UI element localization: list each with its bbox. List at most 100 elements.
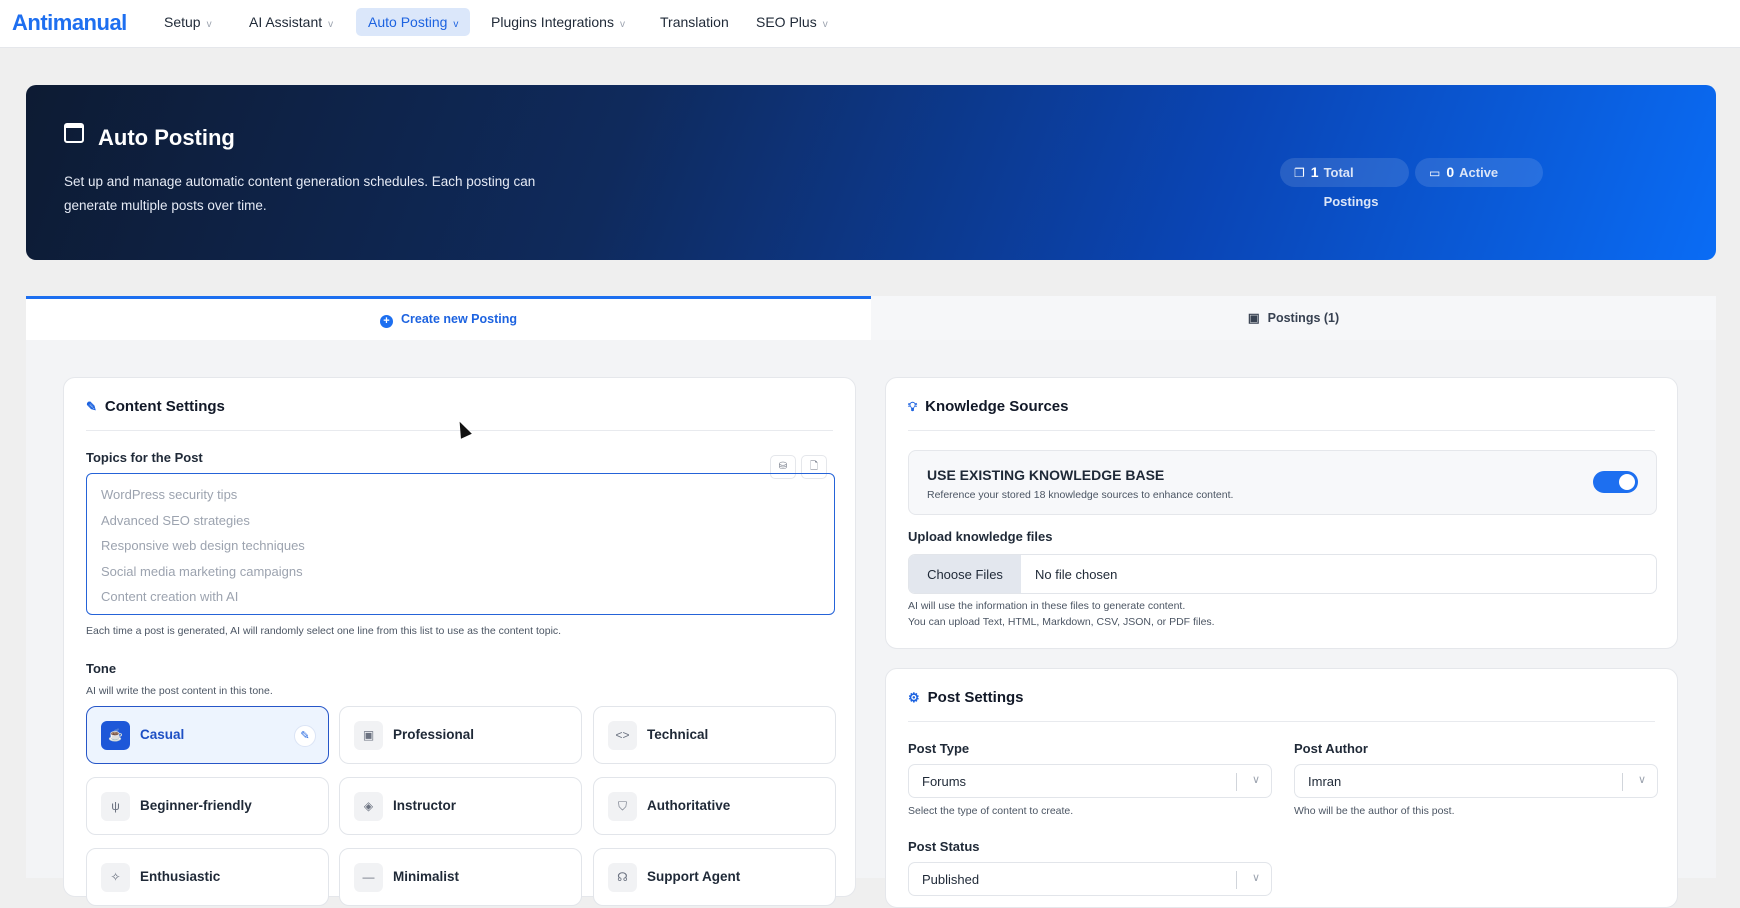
calendar-icon: ▭ [1429,166,1441,180]
separator [1622,773,1623,791]
tone-beginner-friendly[interactable]: ψ Beginner-friendly [86,777,329,835]
knowledge-sources-card: 💡︎ Knowledge Sources USE EXISTING KNOWLED… [885,377,1678,649]
sprout-icon: ψ [101,792,130,821]
content-settings-card: ✎ Content Settings Topics for the Post ⛁ … [63,377,856,906]
copy-icon: ▣ [1247,311,1260,325]
card-title: 💡︎ Knowledge Sources [908,398,1068,415]
upload-label: Upload knowledge files [908,529,1053,544]
select-value: Published [922,872,980,887]
nav-label: Plugins Integrations [491,14,614,30]
tone-professional[interactable]: ▣ Professional [339,706,582,764]
tone-label: Authoritative [647,798,731,813]
post-type-select[interactable]: Forums ∨ [908,764,1272,798]
tone-label: Beginner-friendly [140,798,252,813]
select-value: Imran [1308,774,1342,789]
nav-label: SEO Plus [756,14,817,30]
briefcase-icon: ▣ [354,721,383,750]
stat-label: Total Postings [1323,165,1379,209]
nav-plugins-integrations[interactable]: Plugins Integrations v [479,8,637,36]
tone-label: Enthusiastic [140,869,221,884]
chevron-down-icon: v [453,19,459,30]
kb-description: Reference your stored 18 knowledge sourc… [927,489,1234,501]
separator [1236,871,1237,889]
copy-icon: ❐ [1294,166,1305,180]
calendar-icon [64,123,84,143]
logo[interactable]: Antimanual [12,10,127,36]
plus-circle-icon: + [380,315,393,328]
nav-ai-assistant[interactable]: AI Assistant v [237,8,345,36]
tabs: + Create new Posting ▣ Postings (1) [26,296,1716,340]
chevron-down-icon: v [619,19,625,30]
post-type-help: Select the type of content to create. [908,805,1074,817]
tab-create-new-posting[interactable]: + Create new Posting [26,296,871,340]
tone-label: Casual [140,727,185,742]
card-title-text: Content Settings [104,398,225,415]
stat-active: ▭ 0 Active [1415,158,1543,187]
nav-translation[interactable]: Translation [648,8,741,36]
top-nav: Antimanual Setup v AI Assistant v Auto Pos… [0,0,1740,48]
tone-label: Support Agent [647,869,741,884]
chevron-down-icon: ∨ [1637,774,1646,786]
tone-support-agent[interactable]: ☊ Support Agent [593,848,836,906]
upload-help: AI will use the information in these fil… [908,600,1186,612]
nav-label: Translation [660,14,729,30]
nav-setup[interactable]: Setup v [152,8,224,36]
nav-label: AI Assistant [249,14,323,30]
hero-banner: Auto Posting Set up and manage automatic… [26,85,1716,260]
topics-label: Topics for the Post [86,450,203,465]
use-knowledge-base-toggle[interactable] [1593,471,1638,493]
post-settings-card: ⚙ Post Settings Post Type Forums ∨ Select … [885,668,1678,908]
tab-postings[interactable]: ▣ Postings (1) [871,296,1716,340]
placeholder-line: Content creation with AI [101,589,239,604]
edit-icon[interactable]: ✎ [294,725,316,747]
chevron-down-icon: v [328,19,334,30]
shield-icon: ⛉ [608,792,637,821]
stat-value: 0 [1446,164,1455,180]
divider [908,430,1655,431]
file-status: No file chosen [1035,567,1118,582]
stat-label: Active [1459,165,1499,180]
post-author-select[interactable]: Imran ∨ [1294,764,1658,798]
tab-label: Postings (1) [1267,311,1340,325]
tone-instructor[interactable]: ◈ Instructor [339,777,582,835]
post-status-label: Post Status [908,839,980,854]
nav-seo-plus[interactable]: SEO Plus v [744,8,840,36]
tone-label: Instructor [393,798,457,813]
tone-minimalist[interactable]: — Minimalist [339,848,582,906]
tone-label: Technical [647,727,709,742]
nav-auto-posting[interactable]: Auto Posting v [356,8,471,36]
coffee-icon: ☕ [101,721,130,750]
card-title-text: Post Settings [927,689,1024,706]
tone-casual[interactable]: ☕ Casual ✎ [86,706,329,764]
topics-textarea[interactable]: WordPress security tips Advanced SEO str… [86,473,835,615]
tone-enthusiastic[interactable]: ✧ Enthusiastic [86,848,329,906]
placeholder-line: Social media marketing campaigns [101,563,303,579]
lightbulb-icon: 💡︎ [908,399,918,414]
topics-help: Each time a post is generated, AI will r… [86,625,562,637]
post-status-select[interactable]: Published ∨ [908,862,1272,896]
code-icon: <> [608,721,637,750]
nav-label: Auto Posting [368,14,448,30]
tone-label: Minimalist [393,869,460,884]
card-title: ⚙ Post Settings [908,689,1024,706]
knowledge-base-option: USE EXISTING KNOWLEDGE BASE Reference yo… [908,450,1657,515]
placeholder-line: WordPress security tips [101,487,238,502]
page-title: Auto Posting [98,125,235,150]
stat-total-postings: ❐ 1 Total Postings [1280,158,1409,209]
pen-icon: ✎ [86,399,97,414]
tone-technical[interactable]: <> Technical [593,706,836,764]
tone-help: AI will write the post content in this t… [86,685,273,697]
divider [908,721,1655,722]
upload-formats-help: You can upload Text, HTML, Markdown, CSV… [908,616,1215,628]
nav-label: Setup [164,14,201,30]
page-description: Set up and manage automatic content gene… [64,174,536,213]
choose-files-button[interactable]: Choose Files [909,555,1021,593]
tone-authoritative[interactable]: ⛉ Authoritative [593,777,836,835]
tone-label: Tone [86,661,117,676]
card-title: ✎ Content Settings [86,398,225,415]
file-input[interactable]: Choose Files No file chosen [908,554,1657,594]
chevron-down-icon: v [206,19,212,30]
tab-label: Create new Posting [401,312,517,326]
post-author-label: Post Author [1294,741,1368,756]
separator [1236,773,1237,791]
